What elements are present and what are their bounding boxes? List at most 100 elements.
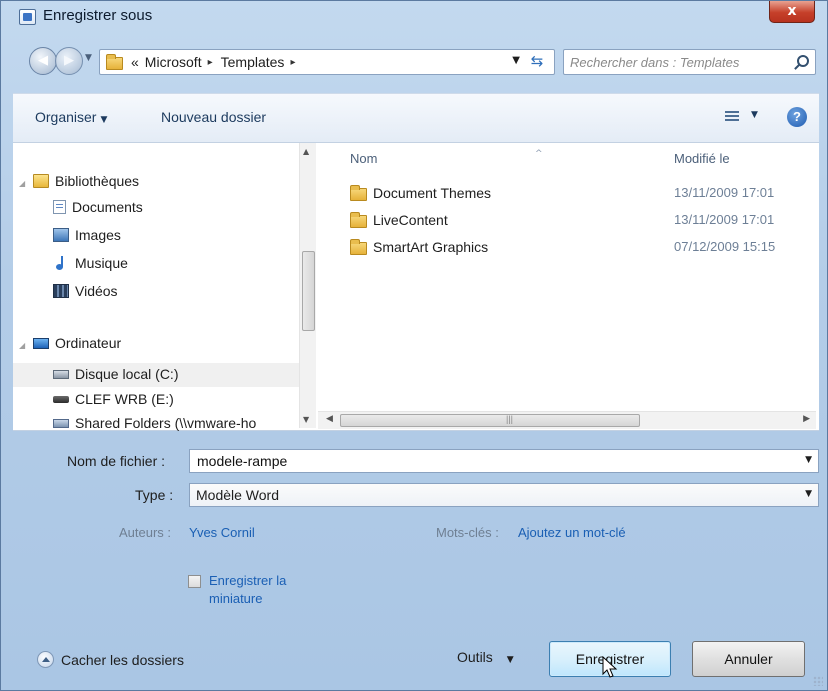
scroll-right-icon[interactable]: ▶ xyxy=(803,414,810,424)
column-header-label: Nom xyxy=(350,151,378,166)
cancel-button[interactable]: Annuler xyxy=(692,641,805,677)
breadcrumb-templates[interactable]: Templates xyxy=(221,54,285,70)
tags-field[interactable]: Ajoutez un mot-clé xyxy=(518,525,626,540)
nav-item-label: Bibliothèques xyxy=(55,173,140,189)
search-input[interactable] xyxy=(568,53,778,71)
organise-label: Organiser xyxy=(35,109,97,125)
filename-input[interactable] xyxy=(195,452,795,470)
breadcrumb-separator-icon[interactable]: ▸ xyxy=(208,57,213,68)
nav-item-local-disk[interactable]: Disque local (C:) xyxy=(53,366,178,382)
nav-item-videos[interactable]: Vidéos xyxy=(53,283,118,299)
file-modified-date: 07/12/2009 15:15 xyxy=(674,239,776,254)
expand-arrow-icon[interactable]: ◢ xyxy=(19,341,25,350)
address-row: ◀ ▶ ▼ « Microsoft ▸ Templates ▸ ▼ ⇆ xyxy=(1,43,827,79)
images-icon xyxy=(53,228,69,242)
file-modified-date: 13/11/2009 17:01 xyxy=(674,212,775,227)
command-toolbar: Organiser ▼ Nouveau dossier ▼ ? xyxy=(13,93,819,143)
chevron-down-icon[interactable]: ▼ xyxy=(805,455,812,465)
scroll-left-icon[interactable]: ◀ xyxy=(326,414,333,424)
recent-locations-chevron-icon[interactable]: ▼ xyxy=(85,53,92,63)
file-list: Nom ^ Modifié le Document Themes 13/11/2… xyxy=(318,143,819,431)
nav-item-label: Vidéos xyxy=(75,283,118,299)
library-icon xyxy=(33,174,49,188)
chevron-down-icon: ▼ xyxy=(100,115,108,125)
chevron-down-icon[interactable]: ▼ xyxy=(805,489,812,499)
save-thumbnail-label[interactable]: Enregistrer la miniature xyxy=(209,572,319,608)
help-icon[interactable]: ? xyxy=(787,107,807,127)
address-dropdown-icon[interactable]: ▼ xyxy=(512,55,520,66)
nav-item-label: Shared Folders (\\vmware-ho xyxy=(75,415,257,431)
close-button[interactable]: x xyxy=(769,1,815,23)
nav-item-label: Ordinateur xyxy=(55,335,122,351)
title-bar[interactable]: Enregistrer sous x xyxy=(1,1,827,35)
nav-item-music[interactable]: Musique xyxy=(53,255,128,271)
folder-icon xyxy=(350,185,367,201)
organise-button[interactable]: Organiser ▼ xyxy=(35,109,107,125)
scroll-down-icon[interactable]: ▼ xyxy=(303,415,309,424)
nav-item-libraries[interactable]: Bibliothèques xyxy=(33,173,139,189)
nav-item-usb-drive[interactable]: CLEF WRB (E:) xyxy=(53,391,174,407)
type-label: Type : xyxy=(135,487,174,503)
breadcrumb-overflow[interactable]: « xyxy=(131,54,139,70)
authors-field[interactable]: Yves Cornil xyxy=(189,525,255,540)
nav-item-label: Musique xyxy=(75,255,128,271)
scroll-thumb[interactable] xyxy=(302,251,315,331)
file-row[interactable]: LiveContent 13/11/2009 17:01 xyxy=(318,210,818,232)
nav-item-documents[interactable]: Documents xyxy=(53,199,143,215)
new-folder-button[interactable]: Nouveau dossier xyxy=(161,109,266,125)
column-header-modified[interactable]: Modifié le xyxy=(674,151,730,166)
search-box[interactable] xyxy=(563,49,816,75)
navigation-pane: ◢ Bibliothèques Documents Images Musique… xyxy=(13,143,318,431)
nav-vertical-scrollbar[interactable]: ▲ ▼ xyxy=(299,143,316,428)
search-icon[interactable] xyxy=(797,55,809,67)
views-chevron-down-icon[interactable]: ▼ xyxy=(751,110,758,120)
filename-label: Nom de fichier : xyxy=(67,453,166,469)
address-bar[interactable]: « Microsoft ▸ Templates ▸ ▼ ⇆ xyxy=(99,49,555,75)
documents-icon xyxy=(53,200,66,214)
music-icon xyxy=(53,256,69,270)
save-thumbnail-checkbox[interactable] xyxy=(188,575,201,588)
save-as-dialog: Enregistrer sous x ◀ ▶ ▼ « Microsoft ▸ T… xyxy=(0,0,828,691)
usb-drive-icon xyxy=(53,395,69,403)
scroll-thumb[interactable]: ||| xyxy=(340,414,640,427)
sort-ascending-icon: ^ xyxy=(535,149,543,159)
file-name: LiveContent xyxy=(373,212,448,228)
breadcrumb-separator-icon[interactable]: ▸ xyxy=(290,57,295,68)
nav-item-images[interactable]: Images xyxy=(53,227,121,243)
file-horizontal-scrollbar[interactable]: ◀ ||| ▶ xyxy=(318,411,816,429)
nav-item-label: Disque local (C:) xyxy=(75,366,179,382)
nav-item-shared-folders[interactable]: Shared Folders (\\vmware-ho xyxy=(53,415,256,431)
authors-label: Auteurs : xyxy=(119,525,172,540)
local-disk-icon xyxy=(53,369,69,379)
file-modified-date: 13/11/2009 17:01 xyxy=(674,185,775,200)
file-row[interactable]: SmartArt Graphics 07/12/2009 15:15 xyxy=(318,237,818,259)
resize-grip-icon[interactable] xyxy=(813,676,823,686)
word-app-icon xyxy=(19,9,36,25)
forward-button[interactable]: ▶ xyxy=(55,47,83,75)
nav-item-computer[interactable]: Ordinateur xyxy=(33,335,121,351)
grip-icon: ||| xyxy=(506,414,514,424)
hide-folders-button[interactable]: Cacher les dossiers xyxy=(37,651,184,668)
type-select[interactable]: Modèle Word ▼ xyxy=(189,483,819,507)
type-value: Modèle Word xyxy=(196,487,280,503)
chevron-down-icon: ▼ xyxy=(506,655,514,665)
scroll-up-icon[interactable]: ▲ xyxy=(303,147,309,156)
breadcrumb-microsoft[interactable]: Microsoft xyxy=(145,54,202,70)
column-header-name[interactable]: Nom ^ xyxy=(350,149,543,166)
expand-arrow-icon[interactable]: ◢ xyxy=(19,179,25,188)
back-button[interactable]: ◀ xyxy=(29,47,57,75)
nav-item-label: CLEF WRB (E:) xyxy=(75,391,174,407)
views-icon[interactable] xyxy=(725,111,739,123)
folder-icon xyxy=(106,54,123,70)
filename-combo[interactable]: ▼ xyxy=(189,449,819,473)
nav-item-label: Documents xyxy=(72,199,143,215)
refresh-icon[interactable]: ⇆ xyxy=(526,52,548,72)
tools-menu-button[interactable]: Outils ▼ xyxy=(457,649,514,665)
file-row[interactable]: Document Themes 13/11/2009 17:01 xyxy=(318,183,818,205)
tools-label: Outils xyxy=(457,649,493,665)
window-title: Enregistrer sous xyxy=(43,7,153,24)
videos-icon xyxy=(53,284,69,298)
folder-icon xyxy=(350,239,367,255)
tags-label: Mots-clés : xyxy=(436,525,499,540)
file-name: Document Themes xyxy=(373,185,492,201)
